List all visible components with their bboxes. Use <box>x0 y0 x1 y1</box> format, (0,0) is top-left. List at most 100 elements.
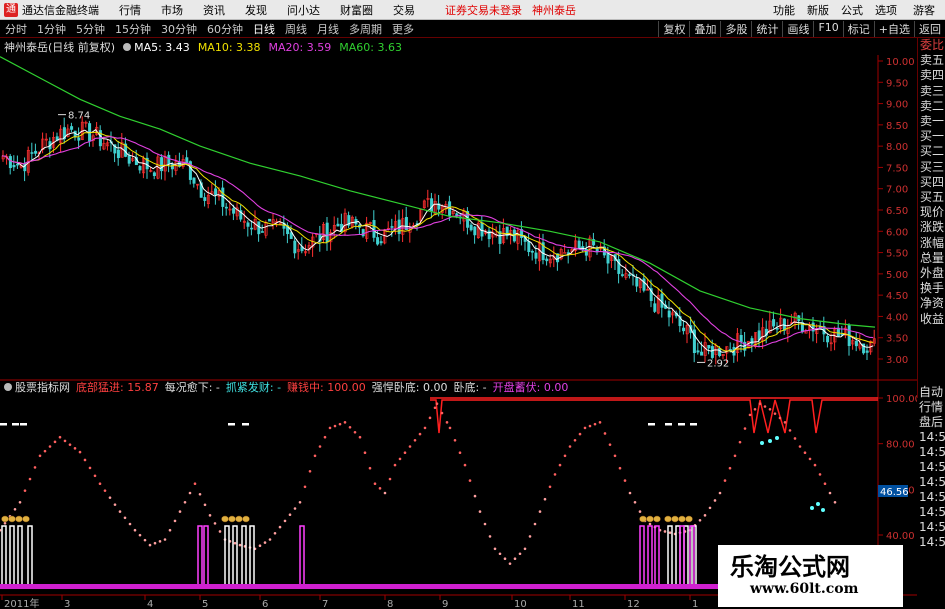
btn-zixuan[interactable]: +自选 <box>873 20 914 37</box>
menu-xuanxiang[interactable]: 选项 <box>869 2 903 18</box>
oscillator-dot <box>823 482 827 486</box>
candle-body <box>361 229 365 237</box>
tick-label-0[interactable]: 自动 <box>917 385 945 400</box>
menu-jiaoyi[interactable]: 交易 <box>383 2 425 18</box>
oscillator-dot <box>183 501 187 504</box>
oscillator-dot <box>533 522 537 526</box>
oscillator-dot <box>233 541 237 545</box>
candle-body <box>152 172 156 176</box>
tick-label-8: 14:50 <box>919 505 945 519</box>
signal-dot-cyan <box>768 439 772 443</box>
x-tick-label: 6 <box>262 599 268 609</box>
candle-body <box>167 154 171 165</box>
oscillator-dot <box>573 439 577 442</box>
menu-gongshi[interactable]: 公式 <box>835 2 869 18</box>
menu-wenxiaoda[interactable]: 问小达 <box>277 2 330 18</box>
oscillator-dot <box>508 562 512 565</box>
price-tick-label: 3.00 <box>886 355 908 366</box>
oscillator-dot <box>473 494 477 498</box>
quote-label-18: 收益 <box>920 311 945 326</box>
oscillator-dot <box>388 477 392 481</box>
oscillator-dot <box>218 530 222 533</box>
period-monthly[interactable]: 月线 <box>312 21 344 37</box>
candle-body <box>469 224 473 231</box>
low-label: 2.92 <box>707 358 729 369</box>
candle-body <box>854 340 858 347</box>
signal-dot-cyan <box>821 508 825 512</box>
btn-huaxian[interactable]: 画线 <box>782 20 813 37</box>
btn-fuquan[interactable]: 复权 <box>658 20 689 37</box>
oscillator-dot <box>273 532 277 535</box>
oscillator-dot <box>23 489 27 492</box>
tick-label-1[interactable]: 行情 <box>917 400 945 415</box>
price-tick-label: 5.00 <box>886 270 908 281</box>
oscillator-dot <box>728 466 732 470</box>
menu-hangqing[interactable]: 行情 <box>109 2 151 18</box>
kline-chart[interactable]: 10.00 9.50 9.00 8.50 8.00 7.50 7.00 6.50 6.00 5.5… <box>0 38 917 609</box>
period-5min[interactable]: 5分钟 <box>71 21 110 37</box>
period-1min[interactable]: 1分钟 <box>32 21 71 37</box>
oscillator-dot <box>53 440 57 444</box>
candle-body <box>577 240 581 249</box>
signal-dash <box>690 423 697 426</box>
gold-coin-icon <box>22 515 30 523</box>
oscillator-dot <box>738 440 742 444</box>
period-daily[interactable]: 日线 <box>248 21 280 37</box>
tick-label-2[interactable]: 盘后 <box>917 415 945 430</box>
btn-biaoji[interactable]: 标记 <box>842 20 874 37</box>
oscillator-dot <box>313 454 317 458</box>
oscillator-dot <box>458 451 462 455</box>
login-notice[interactable]: 证券交易未登录 <box>445 2 522 18</box>
indicator-dot-icon[interactable] <box>4 382 12 391</box>
candle-body <box>325 222 329 243</box>
btn-fanhui[interactable]: 返回 <box>914 20 945 37</box>
gold-coin-icon <box>228 515 236 523</box>
settings-dot-icon[interactable] <box>123 43 132 51</box>
oscillator-dot <box>98 482 102 486</box>
period-fenshi[interactable]: 分时 <box>0 21 32 37</box>
pulse-white <box>667 525 673 584</box>
oscillator-dot <box>63 439 67 443</box>
tick-label-3: 14:50 <box>919 430 945 444</box>
period-multi[interactable]: 多周期 <box>344 21 387 37</box>
oscillator-dot <box>198 492 202 496</box>
guest-label[interactable]: 游客 <box>903 2 945 18</box>
quote-label-4: 卖二 <box>920 98 945 113</box>
candle-body <box>390 226 394 228</box>
candle-body <box>203 197 207 201</box>
menu-caifuquan[interactable]: 财富圈 <box>330 2 383 18</box>
candle-body <box>545 258 549 262</box>
menu-faxian[interactable]: 发现 <box>235 2 277 18</box>
gold-coin-icon <box>646 515 654 523</box>
tick-panel: 自动行情盘后14:5014:5014:5014:5014:5014:5014:5… <box>917 385 945 549</box>
oscillator-dot <box>583 426 587 430</box>
menu-shichang[interactable]: 市场 <box>151 2 193 18</box>
btn-diejia[interactable]: 叠加 <box>689 20 720 37</box>
candle-body <box>214 188 218 196</box>
menu-bar: 通 通达信金融终端 行情 市场 资讯 发现 问小达 财富圈 交易 证券交易未登录… <box>0 0 945 20</box>
x-tick-label: 7 <box>322 599 328 609</box>
oscillator-dot <box>393 463 397 467</box>
period-60min[interactable]: 60分钟 <box>202 21 248 37</box>
period-30min[interactable]: 30分钟 <box>156 21 202 37</box>
oscillator-dot <box>703 514 707 517</box>
oscillator-dot <box>633 501 637 504</box>
menu-gongneng[interactable]: 功能 <box>767 2 801 18</box>
btn-f10[interactable]: F10 <box>813 20 842 37</box>
price-tick-label: 4.00 <box>886 312 908 323</box>
menu-zixun[interactable]: 资讯 <box>193 2 235 18</box>
period-weekly[interactable]: 周线 <box>280 21 312 37</box>
oscillator-dot <box>0 528 2 532</box>
signal-dash <box>12 423 19 426</box>
oscillator-dot <box>578 432 582 436</box>
period-more[interactable]: 更多 <box>387 21 419 37</box>
btn-tongji[interactable]: 统计 <box>751 20 782 37</box>
gold-coin-icon <box>15 515 23 523</box>
menu-xinban[interactable]: 新版 <box>801 2 835 18</box>
oscillator-dot <box>153 541 157 545</box>
quote-panel: 委比 卖五 卖四 卖三 卖二 卖一 买一 买二 买三 买四 买五 现价 涨跌 涨幅 总量 外盘 换手 净资 收益 <box>917 38 945 398</box>
btn-duogu[interactable]: 多股 <box>720 20 751 37</box>
pulse-magenta <box>639 525 645 584</box>
oscillator-dot <box>828 491 832 495</box>
period-15min[interactable]: 15分钟 <box>110 21 156 37</box>
